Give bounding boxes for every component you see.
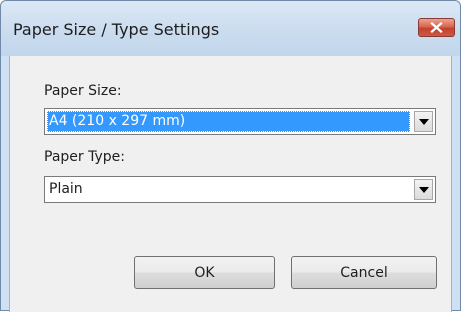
paper-size-label: Paper Size: xyxy=(44,83,122,99)
dialog-window: Paper Size / Type Settings Paper Size: A… xyxy=(0,0,461,312)
paper-size-dropdown-button[interactable] xyxy=(414,111,433,132)
chevron-down-icon xyxy=(418,118,429,125)
paper-size-value: A4 (210 x 297 mm) xyxy=(47,111,410,132)
dialog-body: Paper Size: A4 (210 x 297 mm) Paper Type… xyxy=(9,56,452,312)
paper-type-dropdown-button[interactable] xyxy=(414,179,433,200)
paper-size-select[interactable]: A4 (210 x 297 mm) xyxy=(44,108,436,135)
close-x-icon xyxy=(430,22,443,33)
cancel-button[interactable]: Cancel xyxy=(291,256,437,289)
paper-type-value: Plain xyxy=(49,181,83,197)
close-button[interactable] xyxy=(418,18,455,37)
ok-button[interactable]: OK xyxy=(134,256,275,289)
chevron-down-icon xyxy=(418,186,429,193)
paper-type-select[interactable]: Plain xyxy=(44,176,436,203)
paper-type-label: Paper Type: xyxy=(44,149,125,165)
title-bar[interactable]: Paper Size / Type Settings xyxy=(1,1,460,56)
window-title: Paper Size / Type Settings xyxy=(13,20,220,39)
